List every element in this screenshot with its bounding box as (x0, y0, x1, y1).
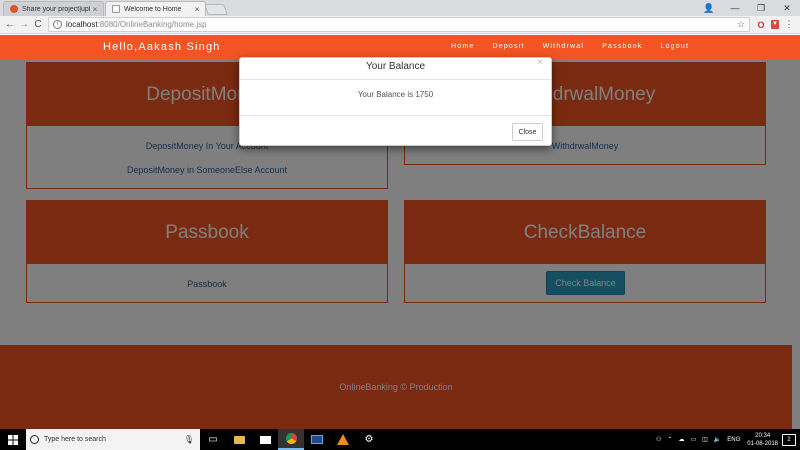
opera-extension-icon[interactable]: O (754, 18, 768, 31)
back-arrow-icon[interactable]: ← (3, 19, 17, 30)
user-profile-icon[interactable]: 👤 (696, 3, 722, 14)
greeting-brand[interactable]: Hello,Aakash Singh (103, 41, 221, 53)
network-icon[interactable]: ◫ (702, 436, 708, 443)
battery-icon[interactable]: ▭ (690, 436, 696, 443)
nav-link-home[interactable]: Home (451, 43, 474, 50)
info-icon[interactable]: i (53, 20, 62, 29)
cloud-icon[interactable]: ☁ (678, 436, 684, 443)
nav-link-deposit[interactable]: Deposit (492, 43, 524, 50)
site-favicon-icon (10, 5, 18, 13)
reload-icon[interactable]: C (31, 19, 45, 30)
clock[interactable]: 20:34 01-08-2018 (747, 432, 778, 448)
page-viewport: Hello,Aakash Singh Home Deposit Withdrwa… (0, 35, 800, 429)
people-icon[interactable]: ⚇ (656, 436, 661, 443)
address-bar[interactable]: i localhost:8080/OnlineBanking/home.jsp … (48, 17, 750, 32)
cortana-icon (30, 435, 39, 444)
file-explorer-icon[interactable] (226, 429, 252, 450)
maximize-icon[interactable]: ❐ (748, 3, 774, 14)
clock-date: 01-08-2018 (747, 440, 778, 447)
page-favicon-icon (112, 5, 120, 13)
nav-links: Home Deposit Withdrwal Passbook Logout (451, 43, 707, 50)
mail-icon[interactable] (252, 429, 278, 450)
browser-tab-strip: Share your project|upload × Welcome to H… (0, 0, 800, 16)
system-tray: ⚇ ⌃ ☁ ▭ ◫ 🔈 ENG 20:34 01-08-2018 2 (653, 432, 800, 448)
browser-menu-icon[interactable]: ⋮ (782, 18, 796, 31)
extension-icons: O ▼ ⋮ (754, 18, 796, 31)
vlc-icon[interactable] (330, 429, 356, 450)
forward-arrow-icon[interactable]: → (17, 19, 31, 30)
tab-label: Share your project|upload (22, 5, 90, 13)
tab-share-project[interactable]: Share your project|upload × (3, 1, 104, 16)
shield-extension-icon[interactable]: ▼ (768, 18, 782, 31)
settings-gear-icon[interactable]: ⚙ (356, 429, 382, 450)
balance-message: Your Balance is 1750 (240, 80, 551, 116)
minimize-icon[interactable]: — (722, 3, 748, 13)
balance-modal: Your Balance × Your Balance is 1750 Clos… (239, 57, 552, 146)
tab-welcome-home[interactable]: Welcome to Home × (105, 1, 206, 16)
nav-link-passbook[interactable]: Passbook (602, 43, 642, 50)
windows-start-icon[interactable] (0, 429, 26, 450)
tab-close-icon[interactable]: × (192, 5, 202, 14)
new-tab-button[interactable] (203, 4, 229, 15)
close-window-icon[interactable]: ✕ (774, 3, 800, 14)
modal-close-button[interactable]: Close (512, 123, 543, 141)
modal-title: Your Balance (365, 61, 426, 72)
volume-icon[interactable]: 🔈 (714, 436, 721, 443)
tab-close-icon[interactable]: × (90, 5, 100, 14)
modal-close-x-icon[interactable]: × (537, 57, 543, 68)
window-controls: 👤 — ❐ ✕ (696, 0, 800, 16)
bookmark-star-icon[interactable]: ☆ (737, 19, 745, 30)
nav-link-withdrwal[interactable]: Withdrwal (543, 43, 585, 50)
taskbar-search-placeholder: Type here to search (44, 436, 106, 443)
language-indicator[interactable]: ENG (727, 437, 740, 443)
chevron-up-icon[interactable]: ⌃ (667, 436, 672, 443)
taskbar-search-box[interactable]: Type here to search 🎙 (26, 429, 200, 450)
modal-header: Your Balance × (240, 57, 551, 80)
microphone-icon[interactable]: 🎙 (184, 435, 194, 444)
url-host: localhost (66, 20, 98, 29)
task-view-icon[interactable]: ▭ (200, 429, 226, 450)
clock-time: 20:34 (755, 432, 771, 439)
browser-toolbar: ← → C i localhost:8080/OnlineBanking/hom… (0, 16, 800, 34)
url-path: :8080/OnlineBanking/home.jsp (97, 20, 207, 29)
chrome-icon[interactable] (278, 429, 304, 450)
windows-taskbar: Type here to search 🎙 ▭ ⚙ ⚇ ⌃ ☁ ▭ ◫ 🔈 EN… (0, 429, 800, 450)
terminal-icon[interactable] (304, 429, 330, 450)
nav-link-logout[interactable]: Logout (661, 43, 690, 50)
notification-center-icon[interactable]: 2 (782, 433, 796, 446)
tab-label: Welcome to Home (124, 5, 182, 13)
